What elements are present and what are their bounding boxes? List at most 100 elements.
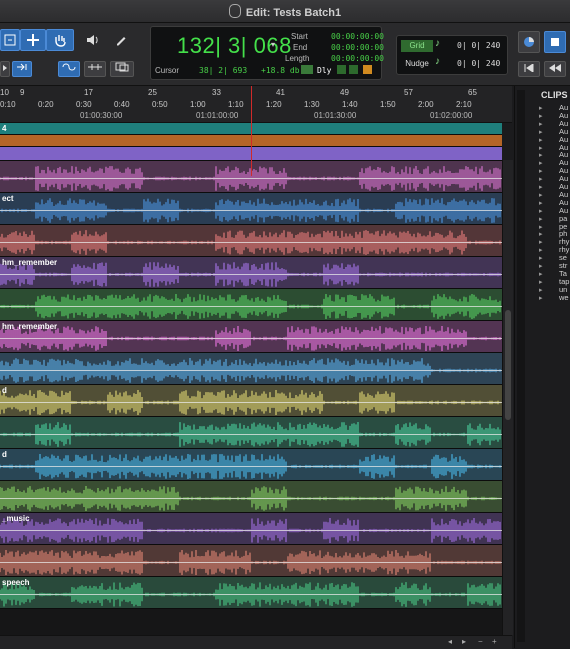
track-4[interactable]: ect [0,193,502,225]
speaker-tool-button[interactable] [82,29,104,51]
clip-expand-icon[interactable]: ▸ [539,175,543,183]
clip-expand-icon[interactable]: ▸ [539,199,543,207]
clip-expand-icon[interactable]: ▸ [539,136,543,144]
track-11[interactable] [0,417,502,449]
length-value[interactable]: 00:00:00:00 [331,54,384,63]
dly-label[interactable]: Dly [317,66,331,75]
window-title-text: Edit: Tests Batch1 [245,7,342,19]
zoom-out-icon[interactable]: − [478,637,483,646]
clip-expand-icon[interactable]: ▸ [539,144,543,152]
timeline-ruler[interactable]: 9 17 25 33 41 49 57 65 10 0:10 0:20 0:30 0:40 0:50 1:… [0,86,512,123]
selector-tool-button[interactable] [20,29,46,51]
minsec-tick: 1:30 [304,100,320,109]
edit-mode-button[interactable] [0,61,10,77]
clip-expand-icon[interactable]: ▸ [539,159,543,167]
counter-dropdown-icon[interactable]: ▾ [271,40,275,49]
bar-tick-25: 25 [148,88,157,97]
minsec-tick: 1:20 [266,100,282,109]
track-area[interactable]: 4 ect hm_remember hm_rememberd d _musicspeech [0,123,502,635]
bar-tick-left: 10 [0,88,9,97]
minsec-tick: 0:10 [0,100,16,109]
link-selection-button[interactable] [58,61,80,77]
clip-expand-icon[interactable]: ▸ [539,223,543,231]
track-10[interactable]: d [0,385,502,417]
mirror-edit-button[interactable] [110,61,134,77]
track-16[interactable]: speech [0,577,502,609]
rtz-icon [524,63,534,73]
waveform [0,193,502,224]
loop-icon[interactable] [337,65,346,74]
track-9[interactable] [0,353,502,385]
link-mode-button[interactable] [12,61,32,77]
scroll-left-icon[interactable]: ◂ [448,637,452,646]
bar-tick-41: 41 [276,88,285,97]
horizontal-scrollbar[interactable]: ◂ ▸ − + [0,635,512,649]
nudge-value[interactable]: 0| 0| 240 [457,59,500,68]
clip-expand-icon[interactable]: ▸ [539,207,543,215]
playhead[interactable] [251,86,252,176]
track-5[interactable] [0,225,502,257]
scroll-thumb[interactable] [505,310,511,420]
track-13[interactable] [0,481,502,513]
scroll-right-icon[interactable]: ▸ [462,637,466,646]
clip-expand-icon[interactable]: ▸ [539,254,543,262]
return-to-zero-button[interactable] [518,61,540,77]
hand-icon [55,35,66,47]
grid-value[interactable]: 0| 0| 240 [457,41,500,50]
clip-expand-icon[interactable]: ▸ [539,167,543,175]
clip-expand-icon[interactable]: ▸ [539,286,543,294]
minsec-tick: 2:00 [418,100,434,109]
clip-expand-icon[interactable]: ▸ [539,246,543,254]
zoom-tool-button[interactable] [0,29,20,51]
waveform [0,545,502,576]
clip-expand-icon[interactable]: ▸ [539,112,543,120]
zoom-in-icon[interactable]: + [492,637,497,646]
rewind-button[interactable] [544,61,566,77]
pencil-tool-button[interactable] [110,29,132,51]
track-6[interactable]: hm_remember [0,257,502,289]
grid-nudge-panel: Grid ♪ 0| 0| 240 Nudge ♪ 0| 0| 240 [396,35,508,75]
timecode-tick: 01:02:00:00 [430,111,473,120]
start-value[interactable]: 00:00:00:00 [331,32,384,41]
clip-expand-icon[interactable]: ▸ [539,262,543,270]
waveform [0,449,502,480]
track-name: 4 [2,124,7,133]
clip-expand-icon[interactable]: ▸ [539,238,543,246]
track-15[interactable] [0,545,502,577]
clip-expand-icon[interactable]: ▸ [539,230,543,238]
insertion-follows-button[interactable] [84,61,106,77]
clip-expand-icon[interactable]: ▸ [539,278,543,286]
clip-expand-icon[interactable]: ▸ [539,120,543,128]
clip-expand-icon[interactable]: ▸ [539,294,543,302]
grabber-tool-button[interactable] [46,29,74,51]
clips-scrollbar[interactable] [517,90,525,642]
vertical-scrollbar[interactable] [502,160,513,635]
stop-button[interactable] [544,31,566,53]
track-8[interactable]: hm_remember [0,321,502,353]
rewind-icon [549,64,561,72]
clip-gain-button[interactable] [518,31,540,53]
minsec-tick: 1:00 [190,100,206,109]
clip-expand-icon[interactable]: ▸ [539,191,543,199]
length-label: Length [285,54,310,63]
bar-tick-57: 57 [404,88,413,97]
clip-expand-icon[interactable]: ▸ [539,104,543,112]
punch-icon[interactable] [349,65,358,74]
end-value[interactable]: 00:00:00:00 [331,43,384,52]
track-12[interactable]: d [0,449,502,481]
track-14[interactable]: _music [0,513,502,545]
pie-icon [524,37,534,47]
grid-label[interactable]: Grid [401,40,433,52]
clip-expand-icon[interactable]: ▸ [539,215,543,223]
bar-tick-33: 33 [212,88,221,97]
clip-expand-icon[interactable]: ▸ [539,151,543,159]
nudge-label[interactable]: Nudge [401,58,433,70]
clip-expand-icon[interactable]: ▸ [539,270,543,278]
midi-merge-icon[interactable] [363,65,372,74]
clip-expand-icon[interactable]: ▸ [539,128,543,136]
track-7[interactable] [0,289,502,321]
clip-item[interactable]: we [559,293,569,302]
db-value: +18.8 db [261,66,300,75]
clip-expand-icon[interactable]: ▸ [539,183,543,191]
metronome-icon[interactable] [301,65,313,74]
